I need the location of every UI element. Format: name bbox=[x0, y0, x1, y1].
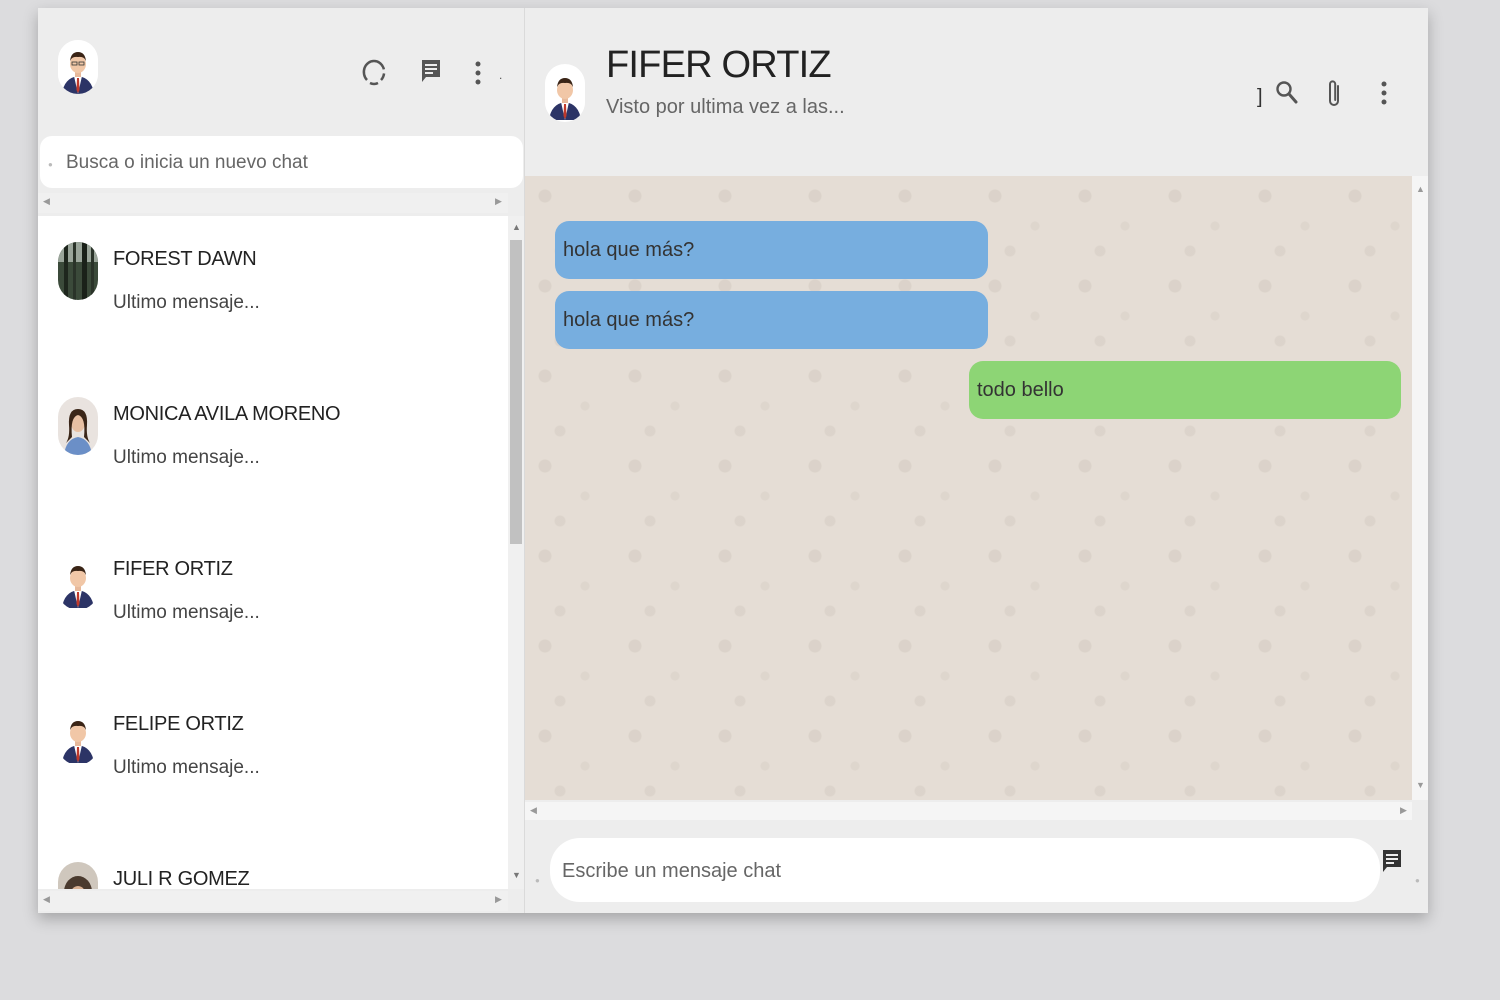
search-dot-icon: ● bbox=[48, 160, 53, 169]
scroll-down-arrow-icon[interactable]: ▼ bbox=[512, 870, 521, 880]
conversation-pane: FIFER ORTIZ Visto por ultima vez a las..… bbox=[524, 8, 1428, 913]
whatsapp-window: . ● ◀ ▶ FO bbox=[38, 8, 1428, 913]
chat-name: MONICA AVILA MORENO bbox=[113, 403, 341, 425]
message-area: hola que más? hola que más? todo bello bbox=[525, 176, 1412, 800]
scroll-right-arrow-icon[interactable]: ▶ bbox=[495, 894, 502, 905]
status-icon[interactable] bbox=[362, 58, 386, 91]
chat-last-message: Ultimo mensaje... bbox=[113, 292, 260, 313]
sidebar: . ● ◀ ▶ FO bbox=[38, 8, 524, 913]
chat-name: FIFER ORTIZ bbox=[113, 558, 233, 580]
chat-name: FOREST DAWN bbox=[113, 248, 257, 270]
composer-trailing-dot: ● bbox=[1415, 876, 1420, 885]
avatar bbox=[58, 862, 98, 889]
conversation-header: FIFER ORTIZ Visto por ultima vez a las..… bbox=[525, 8, 1428, 176]
scroll-up-arrow-icon[interactable]: ▲ bbox=[1416, 184, 1425, 194]
message-input[interactable] bbox=[560, 856, 1364, 886]
message-outgoing: todo bello bbox=[969, 361, 1401, 419]
chat-name: FELIPE ORTIZ bbox=[113, 713, 244, 735]
contact-avatar[interactable] bbox=[545, 64, 585, 122]
chat-last-message: Ultimo mensaje... bbox=[113, 447, 260, 468]
attach-icon[interactable] bbox=[1324, 78, 1344, 115]
avatar bbox=[58, 397, 98, 455]
menu-icon[interactable] bbox=[1380, 80, 1388, 111]
chat-item-monica-avila-moreno[interactable]: MONICA AVILA MORENO Ultimo mensaje... bbox=[38, 371, 508, 491]
sidebar-header: . bbox=[38, 8, 524, 136]
chat-item-juli-r-gomez[interactable]: JULI R GOMEZ bbox=[38, 836, 508, 889]
message-input-box bbox=[550, 838, 1380, 902]
avatar bbox=[58, 242, 98, 300]
chat-last-message: Ultimo mensaje... bbox=[113, 757, 260, 778]
scroll-up-arrow-icon[interactable]: ▲ bbox=[512, 222, 521, 232]
messages-vertical-scrollbar[interactable]: ▲ ▼ bbox=[1412, 176, 1428, 800]
search-box: ● bbox=[40, 136, 523, 188]
menu-icon[interactable] bbox=[474, 60, 482, 91]
chat-list-vertical-scrollbar[interactable]: ▲ ▼ bbox=[508, 216, 524, 889]
chat-list-horizontal-scrollbar[interactable]: ◀ ▶ bbox=[38, 891, 508, 911]
chat-list: FOREST DAWN Ultimo mensaje... MONICA AVI… bbox=[38, 216, 508, 889]
scroll-right-arrow-icon[interactable]: ▶ bbox=[1400, 805, 1407, 816]
chat-last-message: Ultimo mensaje... bbox=[113, 602, 260, 623]
messages-horizontal-scrollbar[interactable]: ◀ ▶ bbox=[525, 802, 1412, 822]
chat-item-fifer-ortiz[interactable]: FIFER ORTIZ Ultimo mensaje... bbox=[38, 526, 508, 646]
header-bracket-mark: ] bbox=[1257, 86, 1263, 108]
message-incoming: hola que más? bbox=[555, 291, 988, 349]
send-message-icon[interactable] bbox=[1381, 848, 1403, 879]
search-icon[interactable] bbox=[1275, 80, 1299, 111]
scroll-right-arrow-icon[interactable]: ▶ bbox=[495, 196, 502, 207]
scroll-left-arrow-icon[interactable]: ◀ bbox=[530, 805, 537, 816]
avatar bbox=[58, 552, 98, 610]
chat-item-felipe-ortiz[interactable]: FELIPE ORTIZ Ultimo mensaje... bbox=[38, 681, 508, 801]
chat-item-forest-dawn[interactable]: FOREST DAWN Ultimo mensaje... bbox=[38, 216, 508, 336]
chat-name: JULI R GOMEZ bbox=[113, 868, 250, 889]
message-composer: ● ● bbox=[525, 820, 1428, 913]
scrollbar-thumb[interactable] bbox=[510, 240, 522, 544]
avatar bbox=[58, 707, 98, 765]
new-chat-icon[interactable] bbox=[420, 58, 442, 89]
scroll-left-arrow-icon[interactable]: ◀ bbox=[43, 196, 50, 207]
scroll-left-arrow-icon[interactable]: ◀ bbox=[43, 894, 50, 905]
scroll-down-arrow-icon[interactable]: ▼ bbox=[1416, 780, 1425, 790]
search-input[interactable] bbox=[64, 148, 508, 178]
composer-dot-icon: ● bbox=[535, 876, 540, 885]
contact-name: FIFER ORTIZ bbox=[606, 44, 832, 86]
message-incoming: hola que más? bbox=[555, 221, 988, 279]
contact-last-seen: Visto por ultima vez a las... bbox=[606, 96, 845, 118]
my-avatar[interactable] bbox=[58, 40, 98, 94]
header-trailing-mark: . bbox=[499, 68, 503, 82]
search-horizontal-scrollbar[interactable]: ◀ ▶ bbox=[38, 193, 508, 213]
